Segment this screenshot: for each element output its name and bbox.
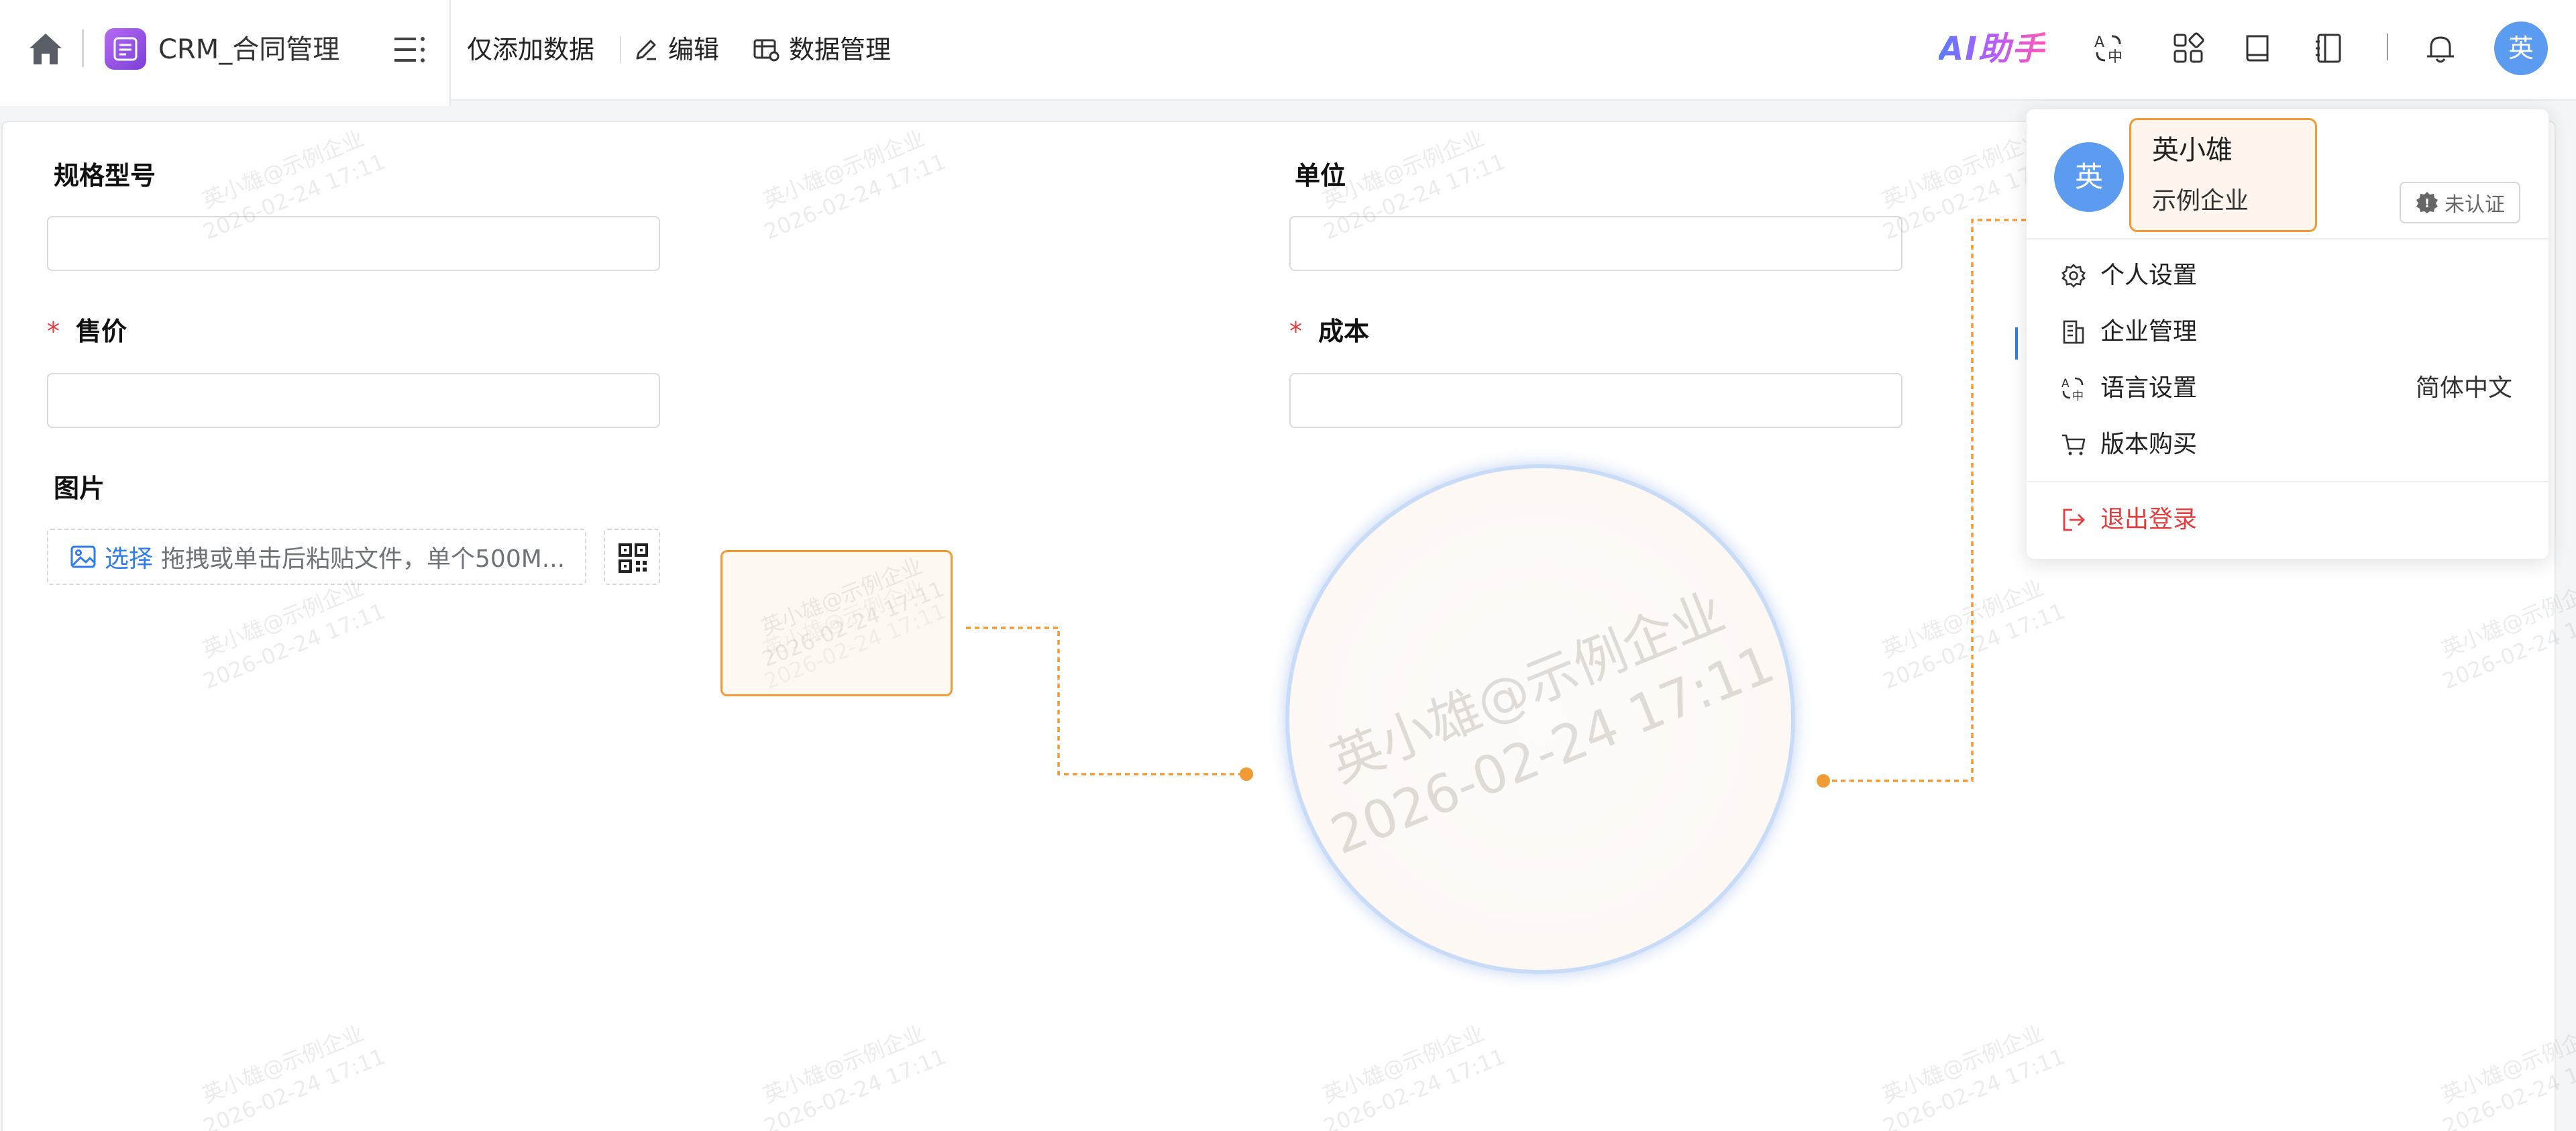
divider bbox=[2027, 481, 2550, 482]
cart-icon bbox=[2062, 434, 2086, 455]
translate-icon: A 中 bbox=[2061, 377, 2084, 402]
menu-item-label: 版本购买 bbox=[2100, 431, 2198, 458]
menu-item-purchase[interactable]: 版本购买 bbox=[2060, 425, 2197, 465]
user-company: 示例企业 bbox=[2152, 187, 2249, 215]
building-icon bbox=[2063, 320, 2084, 344]
magnified-watermark: 英小雄@示例企业 2026-02-24 17:11 bbox=[1322, 582, 1783, 867]
gear-badge-icon: ! bbox=[2416, 192, 2438, 213]
user-name: 英小雄 bbox=[2152, 135, 2233, 166]
svg-text:中: 中 bbox=[2072, 390, 2084, 402]
zoom-magnifier: 英小雄@示例企业 2026-02-24 17:11 bbox=[1285, 464, 1795, 974]
logout-icon bbox=[2063, 508, 2085, 531]
menu-item-personal-settings[interactable]: 个人设置 bbox=[2060, 256, 2197, 296]
menu-item-language[interactable]: A 中 语言设置 bbox=[2060, 368, 2197, 409]
gear-icon bbox=[2061, 264, 2086, 288]
verification-badge-label: 未认证 bbox=[2445, 193, 2505, 217]
menu-item-label: 退出登录 bbox=[2100, 506, 2198, 533]
menu-item-enterprise[interactable]: 企业管理 bbox=[2060, 312, 2197, 352]
svg-text:A: A bbox=[2061, 377, 2070, 390]
verification-badge[interactable]: ! 未认证 bbox=[2400, 182, 2520, 223]
divider bbox=[2027, 238, 2550, 239]
tab-indicator bbox=[2015, 327, 2018, 360]
menu-item-label: 企业管理 bbox=[2100, 318, 2198, 345]
svg-text:!: ! bbox=[2424, 197, 2430, 211]
page: CRM_合同管理 仅添加数据 编辑 数据管理 AI助手 A 中 英 规格型号 单… bbox=[0, 0, 2576, 1131]
menu-item-label: 语言设置 bbox=[2100, 374, 2198, 402]
menu-item-label: 个人设置 bbox=[2100, 262, 2198, 289]
dropdown-avatar: 英 bbox=[2054, 142, 2124, 212]
menu-item-logout[interactable]: 退出登录 bbox=[2060, 500, 2197, 540]
current-language-value: 简体中文 bbox=[2416, 374, 2513, 402]
